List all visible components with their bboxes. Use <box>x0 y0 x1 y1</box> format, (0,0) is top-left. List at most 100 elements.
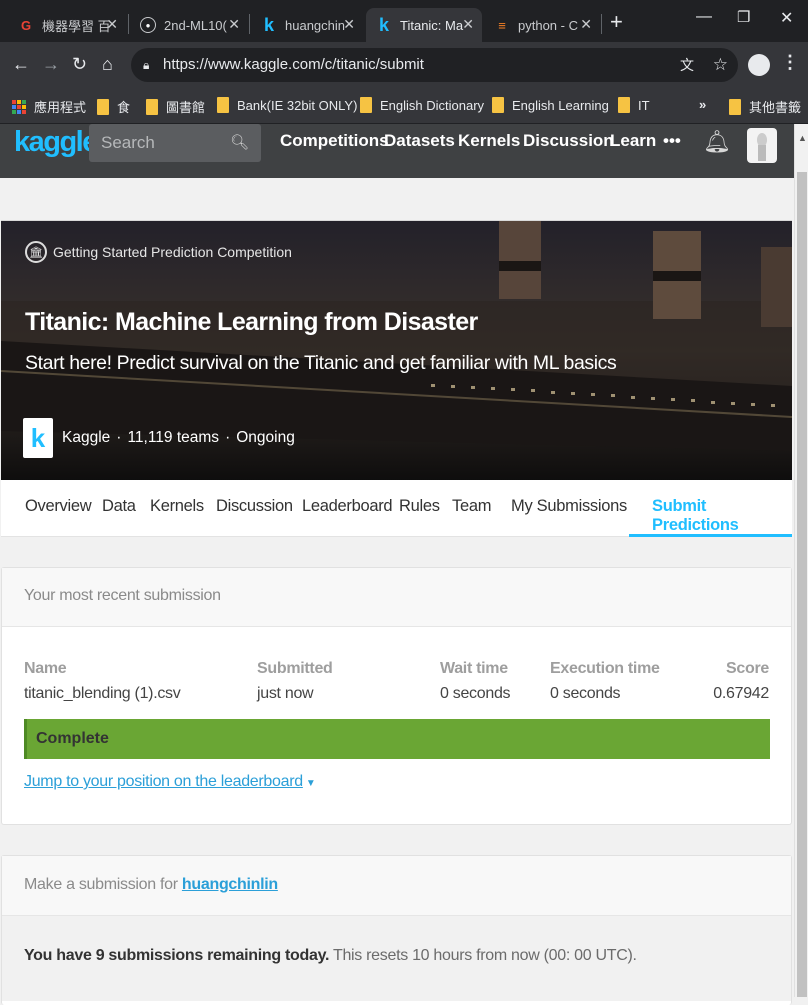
folder-icon <box>492 97 504 113</box>
bookmarks-bar: 應用程式 食 圖書館 Bank(IE 32bit ONLY) English D… <box>0 88 808 124</box>
bank-icon: 🏛︎ <box>25 241 47 263</box>
browser-tab-bar: G 機器學習 百 ✕ ● 2nd-ML10( ✕ k huangchin ✕ k… <box>0 0 808 42</box>
folder-icon <box>729 98 741 115</box>
folder-icon <box>217 97 229 113</box>
bookmark-folder[interactable]: 圖書館 <box>146 97 205 116</box>
tab-rules[interactable]: Rules <box>399 497 440 516</box>
meta-separator: · <box>116 429 122 446</box>
bookmark-overflow[interactable]: » <box>699 97 706 112</box>
folder-icon <box>97 98 109 115</box>
back-icon[interactable]: ← <box>12 54 30 75</box>
make-submission-heading: Make a submission for huangchinlin <box>2 856 791 916</box>
nav-more[interactable]: ••• <box>663 131 681 151</box>
competition-type-badge: 🏛︎ Getting Started Prediction Competitio… <box>25 241 292 263</box>
window-close-icon[interactable]: ✕ <box>780 8 793 28</box>
folder-icon <box>360 97 372 113</box>
col-header-wait-time: Wait time <box>440 660 508 677</box>
address-bar[interactable]: 🔒︎ https://www.kaggle.com/c/titanic/subm… <box>131 48 738 82</box>
bookmark-apps[interactable]: 應用程式 <box>12 97 86 116</box>
bookmark-folder[interactable]: Bank(IE 32bit ONLY) <box>217 97 357 113</box>
recent-submission-heading: Your most recent submission <box>2 568 791 627</box>
kaggle-host-logo-icon[interactable]: k <box>23 418 53 458</box>
tab-my-submissions[interactable]: My Submissions <box>511 497 627 516</box>
close-icon[interactable]: ✕ <box>580 16 592 33</box>
active-tab-indicator <box>629 534 792 537</box>
browser-tab[interactable]: ≡ python - C ✕ <box>484 8 600 42</box>
close-icon[interactable]: ✕ <box>462 16 474 33</box>
close-icon[interactable]: ✕ <box>106 16 118 33</box>
lock-icon: 🔒︎ <box>143 58 150 72</box>
scrollbar-thumb[interactable] <box>797 172 807 997</box>
close-icon[interactable]: ✕ <box>343 16 355 33</box>
competition-header: 🏛︎ Getting Started Prediction Competitio… <box>1 220 792 480</box>
tab-team[interactable]: Team <box>452 497 491 516</box>
nav-kernels[interactable]: Kernels <box>458 131 520 151</box>
bookmark-folder[interactable]: 食 <box>97 97 130 116</box>
tab-kernels[interactable]: Kernels <box>150 497 204 516</box>
nav-competitions[interactable]: Competitions <box>280 131 389 151</box>
tab-leaderboard[interactable]: Leaderboard <box>302 497 393 516</box>
kaggle-icon: k <box>378 14 389 35</box>
bookmark-folder-other[interactable]: 其他書籤 <box>729 97 801 116</box>
competition-title: Titanic: Machine Learning from Disaster <box>25 308 478 336</box>
new-tab-icon[interactable]: + <box>610 9 623 35</box>
submissions-remaining-notice: You have 9 submissions remaining today. … <box>2 916 791 1001</box>
minimize-icon[interactable]: — <box>696 8 712 26</box>
tab-label: Titanic: Ma <box>400 17 464 33</box>
user-profile-link[interactable]: huangchinlin <box>182 876 278 893</box>
col-header-execution-time: Execution time <box>550 660 660 677</box>
submission-wait-time: 0 seconds <box>440 685 511 702</box>
folder-icon <box>146 98 158 115</box>
close-icon[interactable]: ✕ <box>228 16 240 33</box>
submission-time: just now <box>257 685 314 702</box>
stackoverflow-icon: ≡ <box>498 17 506 33</box>
page-scrollbar[interactable]: ▲ <box>794 124 808 997</box>
user-avatar[interactable] <box>747 128 777 163</box>
tab-label: 2nd-ML10( <box>164 17 227 33</box>
github-icon: ● <box>140 17 156 33</box>
tab-data[interactable]: Data <box>102 497 136 516</box>
nav-discussion[interactable]: Discussion <box>523 131 614 151</box>
jump-to-leaderboard-link[interactable]: Jump to your position on the leaderboard… <box>24 773 316 791</box>
browser-menu-icon[interactable]: ⋮ <box>781 52 799 73</box>
tab-submit-predictions[interactable]: Submit Predictions <box>652 497 792 535</box>
make-submission-card: Make a submission for huangchinlin You h… <box>1 855 792 1005</box>
google-icon: G <box>20 17 32 33</box>
tab-label: huangchin <box>285 17 345 33</box>
browser-tab[interactable]: ● 2nd-ML10( ✕ <box>130 8 248 42</box>
submission-score: 0.67942 <box>713 685 769 702</box>
bell-icon[interactable]: 🔔︎ <box>703 129 731 155</box>
kaggle-logo[interactable]: kaggle <box>14 126 98 159</box>
submission-execution-time: 0 seconds <box>550 685 621 702</box>
competition-tabs: Overview Data Kernels Discussion Leaderb… <box>1 480 792 537</box>
competition-subtitle: Start here! Predict survival on the Tita… <box>25 352 617 374</box>
browser-tab[interactable]: k huangchin ✕ <box>251 8 363 42</box>
nav-datasets[interactable]: Datasets <box>384 131 455 151</box>
browser-toolbar: ← → ↻ ⌂ 🔒︎ https://www.kaggle.com/c/tita… <box>0 42 808 88</box>
col-header-score: Score <box>726 660 769 677</box>
submission-filename: titanic_blending (1).csv <box>24 685 181 702</box>
competition-status: Ongoing <box>236 429 295 446</box>
translate-icon[interactable]: 文 <box>680 48 694 82</box>
home-icon[interactable]: ⌂ <box>102 54 113 75</box>
browser-tab[interactable]: G 機器學習 百 ✕ <box>8 8 126 42</box>
tab-discussion[interactable]: Discussion <box>216 497 293 516</box>
competition-meta: k Kaggle · 11,119 teams · Ongoing <box>23 418 295 458</box>
folder-icon <box>618 97 630 113</box>
bookmark-folder[interactable]: IT <box>618 97 650 113</box>
bookmark-folder[interactable]: English Learning <box>492 97 609 113</box>
forward-icon[interactable]: → <box>42 54 60 75</box>
search-input[interactable]: Search 🔍︎ <box>89 124 261 162</box>
tab-overview[interactable]: Overview <box>25 497 92 516</box>
nav-learn[interactable]: Learn <box>610 131 656 151</box>
scroll-up-icon[interactable]: ▲ <box>798 133 807 143</box>
host-name[interactable]: Kaggle <box>62 429 110 447</box>
browser-tab-active[interactable]: k Titanic: Ma ✕ <box>366 8 482 42</box>
search-icon[interactable]: 🔍︎ <box>230 124 249 162</box>
apps-icon <box>12 99 26 114</box>
bookmark-folder[interactable]: English Dictionary <box>360 97 484 113</box>
bookmark-star-icon[interactable]: ☆ <box>713 48 728 82</box>
profile-avatar[interactable] <box>748 54 770 76</box>
reload-icon[interactable]: ↻ <box>72 54 87 75</box>
maximize-icon[interactable]: ❐ <box>737 8 750 26</box>
